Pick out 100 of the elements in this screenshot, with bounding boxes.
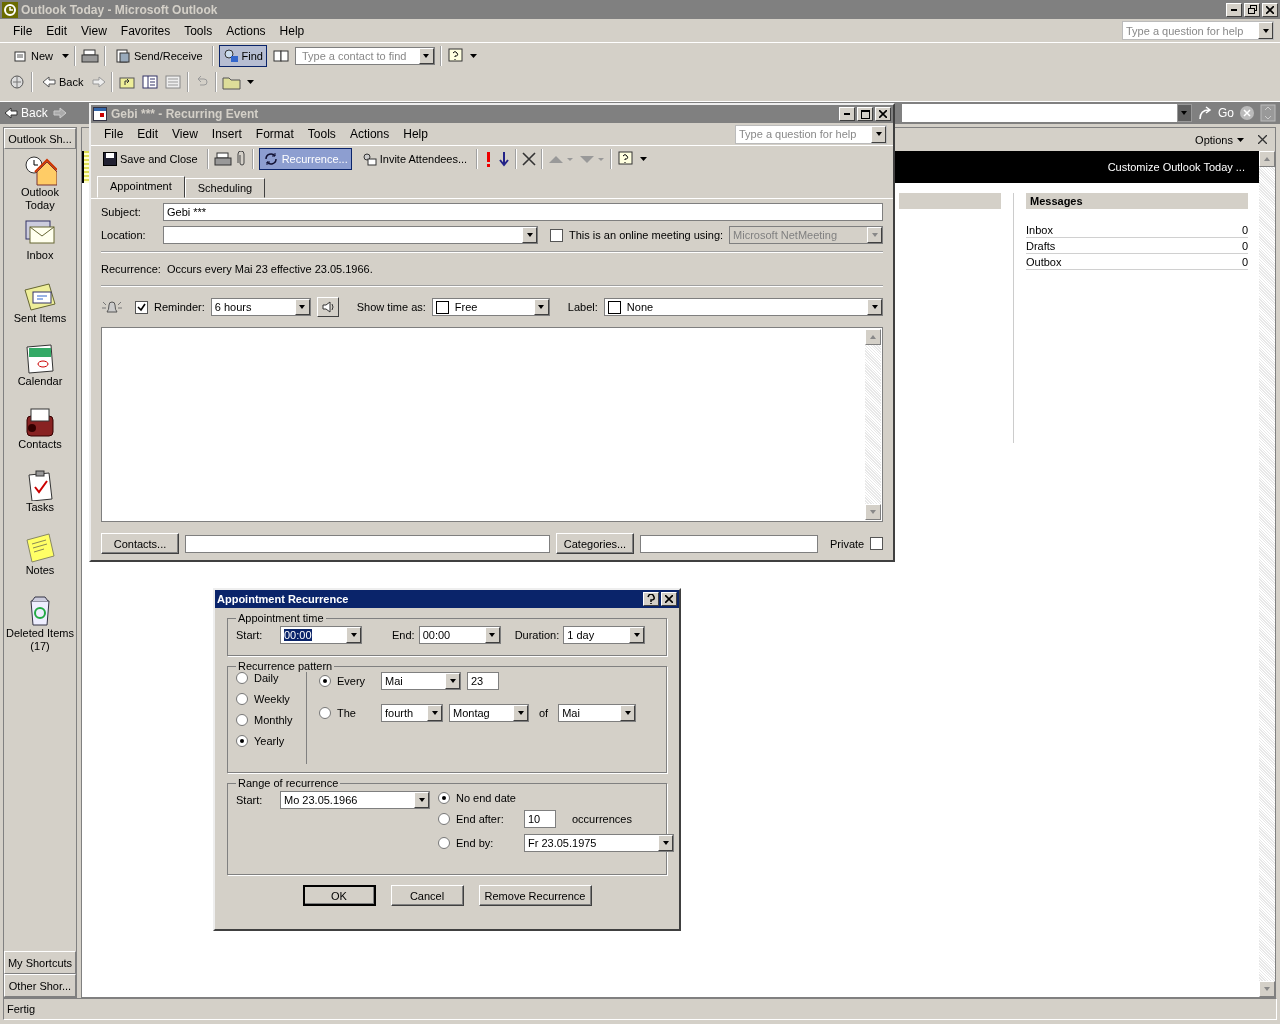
end-time-dropdown[interactable]: 00:00 xyxy=(418,626,501,644)
new-button[interactable]: New xyxy=(8,45,57,67)
address-field[interactable] xyxy=(902,104,1192,122)
find-button[interactable]: Find xyxy=(218,45,267,67)
sticky-note-icon[interactable] xyxy=(23,532,57,564)
radio-button[interactable] xyxy=(236,714,248,726)
scroll-down-button[interactable] xyxy=(1259,981,1275,997)
label-dropdown[interactable]: None xyxy=(603,298,883,316)
caret-icon[interactable] xyxy=(640,157,648,161)
menu-item[interactable]: Actions xyxy=(342,127,397,141)
dialog-button[interactable]: Cancel xyxy=(390,885,464,906)
categories-button[interactable]: Categories... xyxy=(556,533,634,554)
shortcut-label[interactable]: Inbox xyxy=(5,249,75,262)
card-file-icon[interactable] xyxy=(23,406,57,438)
go-button[interactable]: Go xyxy=(1218,106,1234,120)
minimize-button[interactable] xyxy=(839,107,855,121)
go-arrow-icon[interactable] xyxy=(1197,105,1213,121)
up-folder-icon[interactable] xyxy=(118,74,137,90)
printer-icon[interactable] xyxy=(213,151,232,167)
scroll-up-button[interactable] xyxy=(865,329,881,345)
menu-item[interactable]: Insert xyxy=(204,127,249,141)
restore-button[interactable] xyxy=(1244,2,1260,17)
shortcut-label[interactable]: Calendar xyxy=(5,375,75,388)
close-button[interactable] xyxy=(1262,2,1278,17)
month-dropdown[interactable]: Mai xyxy=(558,704,637,722)
contact-search-field[interactable]: Type a contact to find xyxy=(294,47,435,65)
help-search-field[interactable]: Type a question for help xyxy=(1122,21,1274,40)
subject-field[interactable]: Gebi *** xyxy=(163,203,883,221)
folder-envelope-icon[interactable] xyxy=(23,280,57,312)
scroll-down-button[interactable] xyxy=(865,504,881,520)
dropdown-button[interactable] xyxy=(1177,104,1192,122)
help-button[interactable] xyxy=(643,592,659,606)
tab[interactable]: Appointment xyxy=(97,176,185,198)
save-and-close-button[interactable]: Save and Close xyxy=(99,149,202,169)
contacts-button[interactable]: Contacts... xyxy=(101,533,179,554)
location-field[interactable] xyxy=(163,226,538,244)
checkbox[interactable] xyxy=(870,537,884,550)
printer-icon[interactable] xyxy=(81,48,99,64)
folder-link[interactable]: Outbox xyxy=(1026,255,1062,268)
sound-button[interactable] xyxy=(316,297,339,317)
radio-button[interactable] xyxy=(438,813,450,825)
caret-icon[interactable] xyxy=(469,54,477,58)
dialog-button[interactable]: Remove Recurrence xyxy=(478,885,592,906)
radio-button[interactable] xyxy=(319,707,331,719)
group-button[interactable]: Other Shor... xyxy=(4,974,76,997)
menu-item[interactable]: View xyxy=(165,127,205,141)
reminder-dropdown[interactable]: 6 hours xyxy=(210,298,311,316)
menu-item[interactable]: Edit xyxy=(130,127,166,141)
scrollbar[interactable] xyxy=(1259,151,1275,997)
checkbox[interactable] xyxy=(135,300,148,314)
menu-item[interactable]: File xyxy=(6,23,40,38)
menu-item[interactable]: Tools xyxy=(177,23,220,38)
menu-item[interactable]: Favorites xyxy=(113,23,178,38)
dialog-button[interactable]: OK xyxy=(302,885,376,906)
shortcut-label[interactable]: Notes xyxy=(5,564,75,577)
close-icon[interactable] xyxy=(1258,135,1267,144)
help-icon[interactable] xyxy=(446,47,465,65)
tab[interactable]: Scheduling xyxy=(184,178,266,198)
shortcut-label[interactable]: Outlook Today xyxy=(5,186,75,212)
day-field[interactable]: 23 xyxy=(467,672,499,690)
delete-icon[interactable] xyxy=(522,152,537,166)
end-date-dropdown[interactable]: Fr 23.05.1975 xyxy=(524,834,674,852)
minimize-button[interactable] xyxy=(1226,2,1242,17)
radio-button[interactable] xyxy=(236,693,248,705)
show-time-dropdown[interactable]: Free xyxy=(431,298,550,316)
caret-icon[interactable] xyxy=(247,80,255,84)
scrollbar[interactable] xyxy=(865,329,881,520)
customize-link[interactable]: Customize Outlook Today ... xyxy=(1107,161,1245,173)
send-receive-button[interactable]: Send/Receive xyxy=(111,45,207,67)
back-button[interactable]: Back xyxy=(38,73,88,91)
menu-item[interactable]: Actions xyxy=(219,23,273,38)
checkbox[interactable] xyxy=(550,228,563,242)
duration-dropdown[interactable]: 1 day xyxy=(563,626,646,644)
menu-item[interactable]: File xyxy=(97,127,131,141)
radio-button[interactable] xyxy=(438,837,450,849)
radio-button[interactable] xyxy=(236,735,248,747)
menu-item[interactable]: Help xyxy=(396,127,435,141)
stop-icon[interactable] xyxy=(1239,105,1255,121)
help-search-field[interactable]: Type a question for help xyxy=(735,124,887,144)
folder-link[interactable]: Inbox xyxy=(1026,223,1053,236)
menu-item[interactable]: Format xyxy=(248,127,301,141)
folder-list-icon[interactable] xyxy=(141,74,160,90)
group-button[interactable]: Outlook Sh... xyxy=(4,128,76,149)
invite-attendees-button[interactable]: Invite Attendees... xyxy=(356,148,472,170)
menu-item[interactable]: Edit xyxy=(39,23,75,38)
menu-item[interactable]: Help xyxy=(272,23,312,38)
down-arrow-icon[interactable] xyxy=(498,151,511,167)
notes-field[interactable] xyxy=(101,327,883,522)
group-button[interactable]: My Shortcuts xyxy=(4,951,76,974)
scroll-up-button[interactable] xyxy=(1259,151,1275,167)
radio-button[interactable] xyxy=(236,672,248,684)
radio-button[interactable] xyxy=(438,792,450,804)
menu-item[interactable]: View xyxy=(74,23,114,38)
shortcut-label[interactable]: Contacts xyxy=(5,438,75,451)
shortcut-label[interactable]: Tasks xyxy=(5,501,75,514)
options-menu[interactable]: Options xyxy=(1195,133,1244,146)
caret-icon[interactable] xyxy=(62,54,69,58)
globe-icon[interactable] xyxy=(8,74,26,90)
weekday-dropdown[interactable]: Montag xyxy=(449,704,529,722)
calendar-icon[interactable] xyxy=(23,343,57,375)
